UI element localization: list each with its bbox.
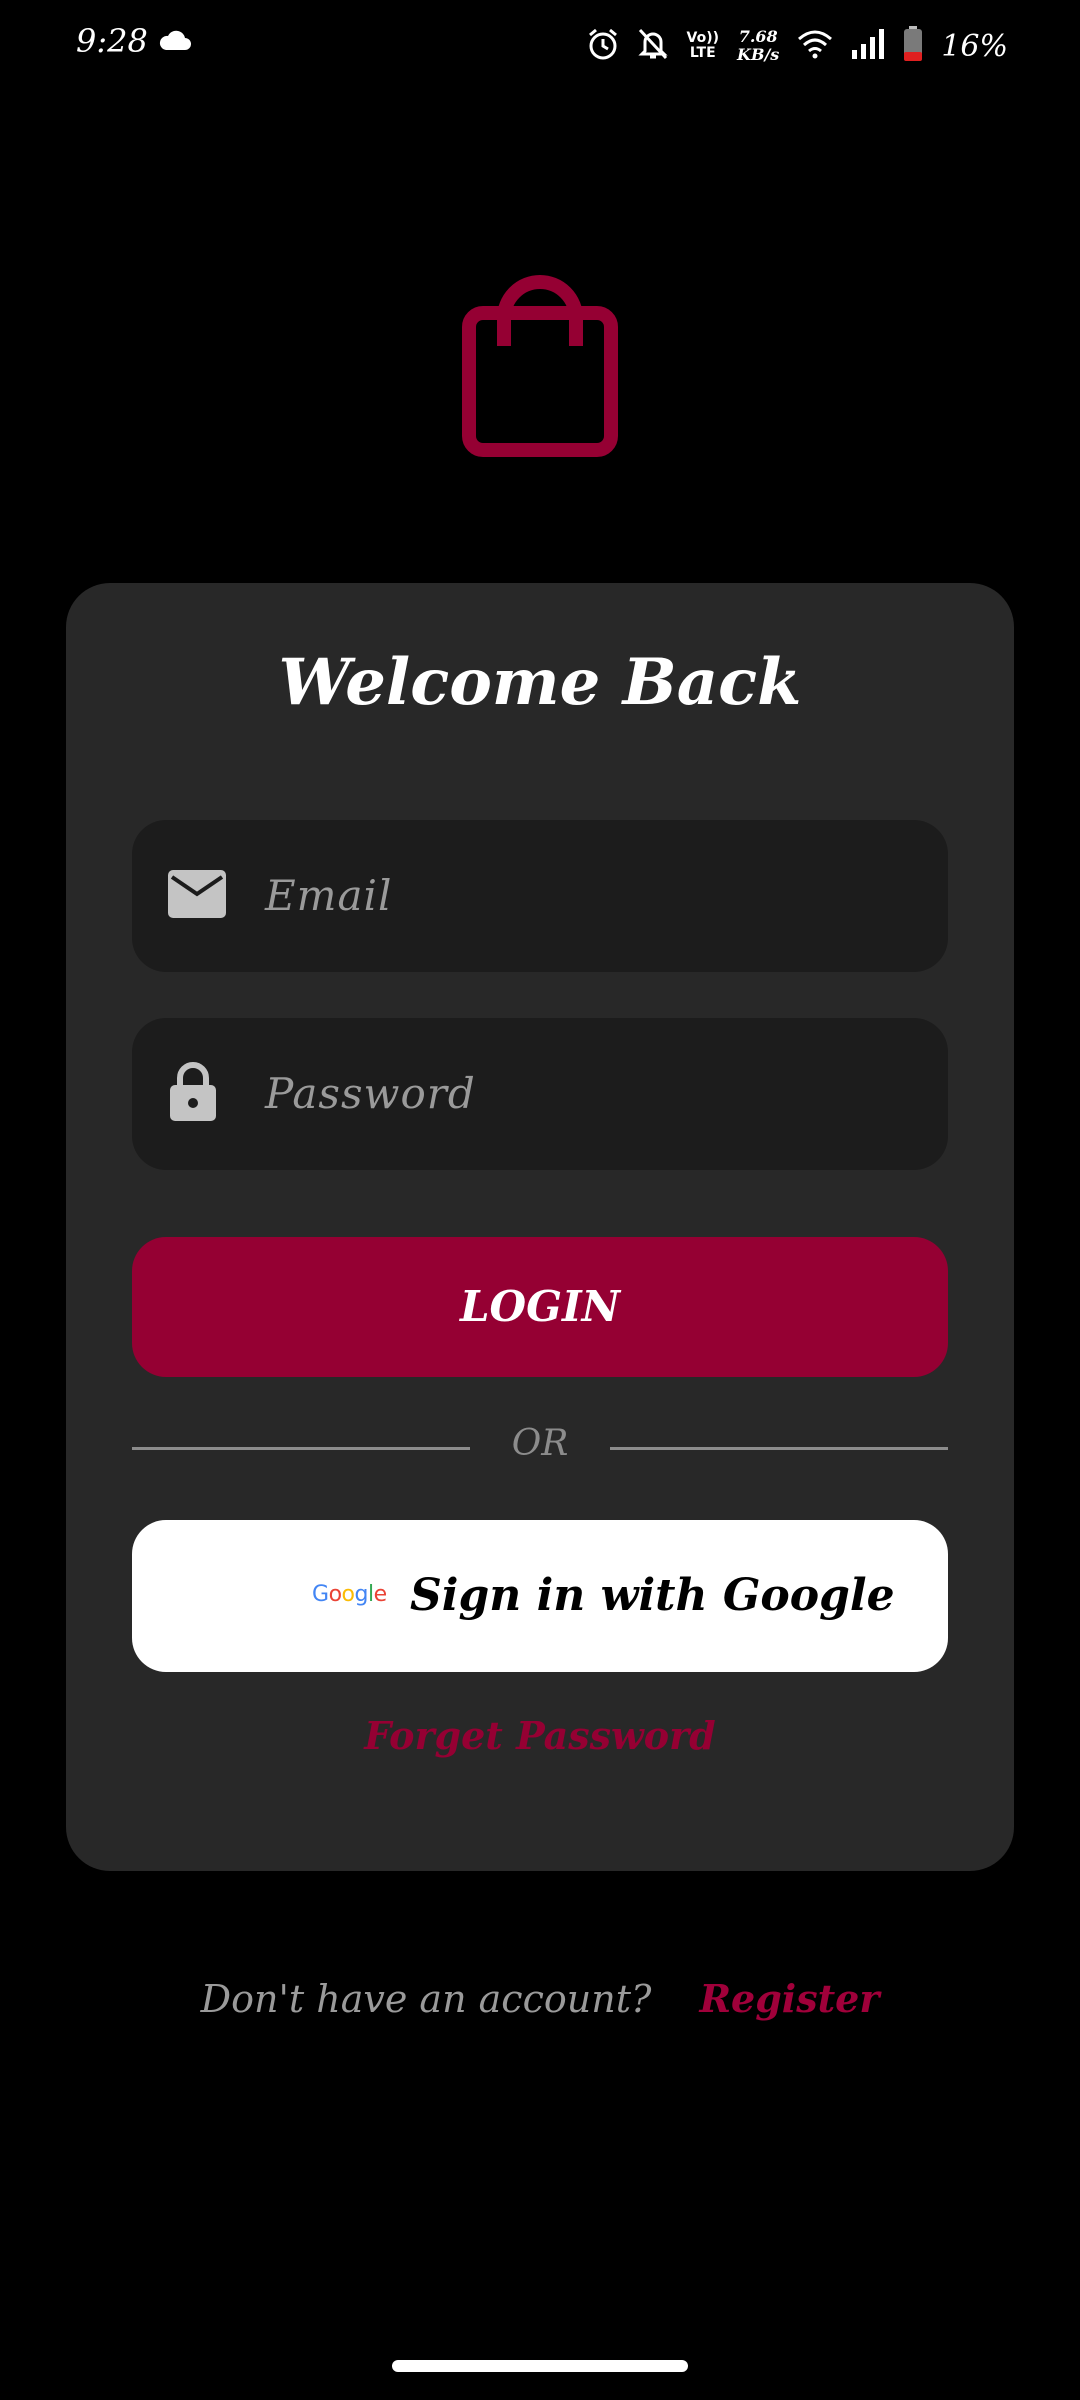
signal-icon <box>851 28 885 64</box>
wifi-icon <box>797 29 833 63</box>
network-speed-value: 7.68 <box>738 27 778 46</box>
volte-top: Vo)) <box>686 30 720 46</box>
status-icons: Vo)) LTE 7.68 KB/s 16% <box>587 18 1008 74</box>
network-speed-unit: KB/s <box>737 45 780 64</box>
volte-bottom: LTE <box>689 45 716 61</box>
home-indicator[interactable] <box>392 2360 688 2372</box>
password-placeholder: Password <box>265 1069 476 1118</box>
card-title: Welcome Back <box>278 645 802 720</box>
shopping-bag-icon <box>462 268 618 458</box>
divider-left <box>132 1447 470 1450</box>
or-label: OR <box>511 1423 569 1464</box>
email-field[interactable]: Email <box>132 820 948 972</box>
register-prompt: Don't have an account? Register <box>0 1976 1080 2021</box>
password-field[interactable]: Password <box>132 1018 948 1170</box>
forget-password-link[interactable]: Forget Password <box>66 1713 1014 1758</box>
alarm-icon <box>587 27 619 65</box>
google-sign-in-label: Sign in with Google <box>410 1570 895 1621</box>
lock-icon <box>168 1061 218 1127</box>
login-card: Welcome Back Email Password LOGIN OR Goo… <box>66 583 1014 1871</box>
divider-right <box>610 1447 948 1450</box>
google-logo: Google <box>312 1582 387 1607</box>
volte-indicator: Vo)) LTE <box>687 31 719 61</box>
battery-icon <box>903 26 923 66</box>
notifications-off-icon <box>637 27 669 65</box>
no-account-text: Don't have an account? <box>200 1977 652 2021</box>
mail-icon <box>168 870 226 922</box>
cloud-icon <box>158 30 192 56</box>
email-placeholder: Email <box>265 871 393 920</box>
status-time: 9:28 <box>76 22 148 60</box>
status-bar: 9:28 Vo)) LTE 7.68 KB/s 16% <box>0 0 1080 90</box>
network-speed: 7.68 KB/s <box>737 28 779 64</box>
login-button[interactable]: LOGIN <box>132 1237 948 1377</box>
google-sign-in-button[interactable]: Google Sign in with Google <box>132 1520 948 1672</box>
battery-percent: 16% <box>941 28 1008 64</box>
register-link[interactable]: Register <box>699 1976 879 2021</box>
